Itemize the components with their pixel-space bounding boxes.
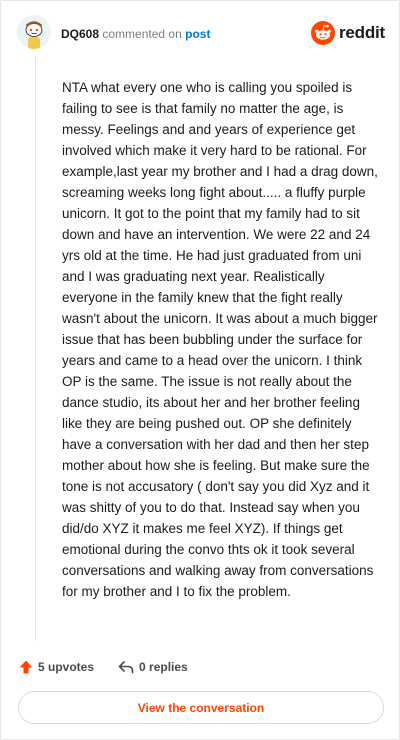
upvote-button[interactable]: 5 upvotes: [19, 660, 94, 674]
reply-arrow-icon: [118, 661, 134, 674]
reddit-logo[interactable]: reddit: [310, 20, 385, 46]
snoo-avatar-icon: [17, 15, 51, 49]
comment-actions: 5 upvotes 0 replies: [19, 657, 188, 677]
upvote-arrow-icon: [19, 660, 33, 674]
logo-text: reddit: [338, 23, 385, 42]
upvote-count: 5 upvotes: [38, 660, 95, 674]
reddit-alien-icon: [310, 21, 335, 45]
comment-header: DQ608 commented on post reddit: [17, 15, 385, 55]
reply-count: 0 replies: [139, 660, 188, 674]
comment-body: NTA what every one who is calling you sp…: [62, 80, 378, 599]
avatar[interactable]: [17, 15, 51, 49]
view-conversation-button[interactable]: View the conversation: [18, 691, 384, 724]
byline: DQ608 commented on post: [61, 27, 210, 41]
commented-on-label: commented on: [102, 27, 182, 41]
thread-line: [35, 55, 36, 641]
post-link[interactable]: post: [185, 27, 210, 41]
reply-button[interactable]: 0 replies: [118, 660, 188, 674]
username-link[interactable]: DQ608: [61, 27, 99, 41]
comment-card: DQ608 commented on post reddit NTA what …: [0, 0, 400, 740]
